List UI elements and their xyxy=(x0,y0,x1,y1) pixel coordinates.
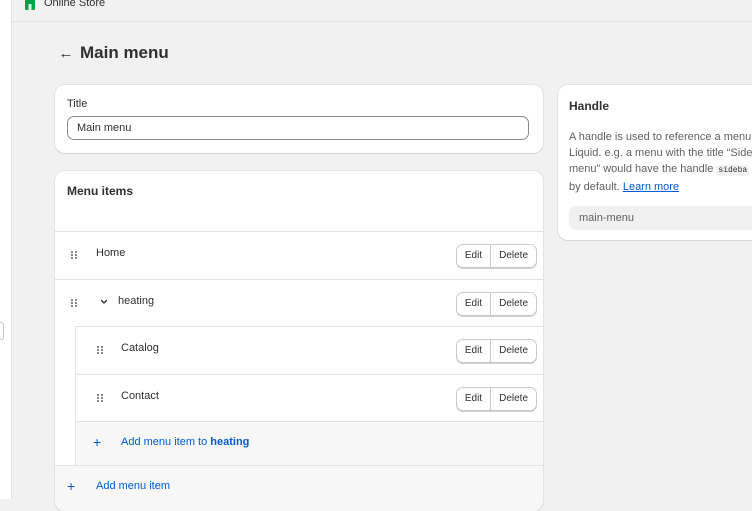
left-sidebar-strip xyxy=(0,0,12,499)
drag-handle-icon[interactable] xyxy=(96,392,104,404)
item-actions: Edit Delete xyxy=(455,387,537,411)
menu-item-label: Home xyxy=(96,247,126,259)
add-menu-item-link[interactable]: Add menu item xyxy=(96,480,170,492)
title-input[interactable] xyxy=(67,116,529,140)
menu-items-card: Menu items Home Edit Delete heating Edit… xyxy=(55,171,543,511)
back-button[interactable]: ← xyxy=(56,42,76,64)
submenu-item-row: Catalog Edit Delete xyxy=(75,326,543,374)
arrow-left-icon: ← xyxy=(58,44,74,62)
delete-button[interactable]: Delete xyxy=(490,340,536,362)
handle-code-sample: sideba xyxy=(716,165,750,176)
menu-item-row: Home Edit Delete xyxy=(55,231,543,279)
add-menu-item-button[interactable]: + Add menu item xyxy=(55,465,543,511)
plus-icon: + xyxy=(93,434,102,450)
sidebar-resize-handle[interactable] xyxy=(0,322,4,340)
drag-handle-icon[interactable] xyxy=(70,297,78,309)
menu-item-label: Catalog xyxy=(121,342,159,354)
store-label: Online Store xyxy=(44,0,106,9)
title-card: Title xyxy=(55,85,543,153)
menu-items-heading: Menu items xyxy=(67,184,134,198)
item-actions: Edit Delete xyxy=(455,244,537,268)
menu-item-label: Contact xyxy=(121,390,159,402)
drag-handle-icon[interactable] xyxy=(96,344,104,356)
handle-description: A handle is used to reference a menu Liq… xyxy=(569,131,752,193)
learn-more-link[interactable]: Learn more xyxy=(623,181,679,193)
handle-field[interactable]: main-menu xyxy=(569,206,752,230)
edit-button[interactable]: Edit xyxy=(456,340,491,362)
page-title: Main menu xyxy=(80,43,169,62)
item-actions: Edit Delete xyxy=(455,339,537,363)
drag-handle-icon[interactable] xyxy=(70,249,78,261)
edit-button[interactable]: Edit xyxy=(456,293,491,315)
add-submenu-item-button[interactable]: + Add menu item to heating xyxy=(75,421,543,465)
edit-button[interactable]: Edit xyxy=(456,388,491,410)
edit-button[interactable]: Edit xyxy=(456,245,491,267)
plus-icon: + xyxy=(67,478,76,494)
handle-card: Handle A handle is used to reference a m… xyxy=(558,85,752,240)
delete-button[interactable]: Delete xyxy=(490,245,536,267)
chevron-down-icon[interactable] xyxy=(98,296,110,308)
submenu-item-row: Contact Edit Delete xyxy=(75,374,543,422)
menu-item-row: heating Edit Delete xyxy=(55,279,543,327)
online-store-icon xyxy=(24,0,36,10)
add-submenu-item-link[interactable]: Add menu item to heating xyxy=(121,436,249,448)
item-actions: Edit Delete xyxy=(455,292,537,316)
handle-heading: Handle xyxy=(569,99,610,113)
delete-button[interactable]: Delete xyxy=(490,388,536,410)
title-label: Title xyxy=(67,98,88,110)
delete-button[interactable]: Delete xyxy=(490,293,536,315)
top-bar: Online Store xyxy=(12,0,752,22)
menu-item-label: heating xyxy=(118,295,155,307)
